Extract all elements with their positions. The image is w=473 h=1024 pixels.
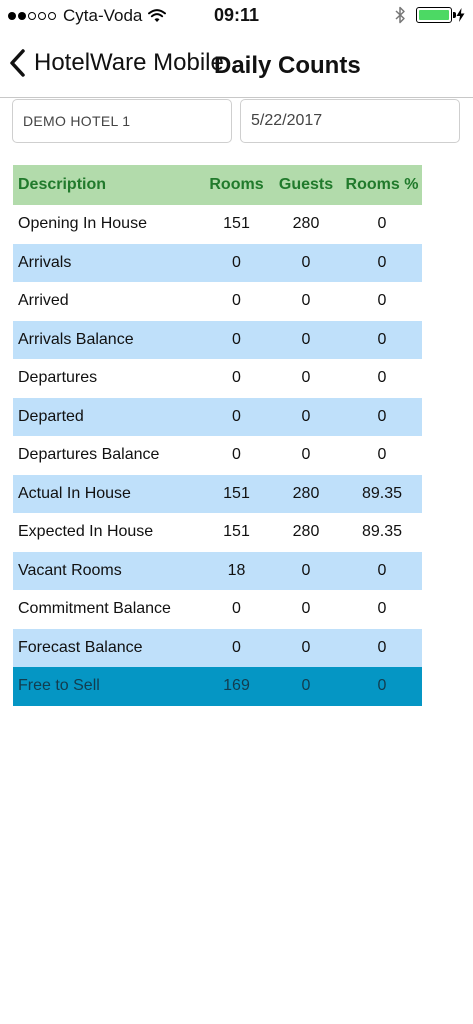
cell-description: Departed: [18, 407, 84, 425]
cell-description: Actual In House: [18, 484, 131, 502]
cell-rooms-percent: 0: [377, 369, 387, 387]
cell-guests: 0: [301, 330, 311, 348]
cell-description: Forecast Balance: [18, 638, 143, 656]
cell-rooms-percent: 0: [377, 407, 387, 425]
page-title: Daily Counts: [214, 52, 361, 79]
hotel-selector[interactable]: DEMO HOTEL 1: [12, 99, 232, 143]
table-row: Departed 0 0 0: [13, 397, 422, 436]
navigation-bar: HotelWare Mobile Daily Counts: [0, 34, 473, 98]
cell-rooms-percent: 0: [377, 330, 387, 348]
cell-rooms-percent: 0: [377, 215, 387, 233]
cell-guests: 0: [301, 677, 311, 695]
cell-description: Vacant Rooms: [18, 561, 122, 579]
cell-rooms: 0: [232, 407, 241, 425]
battery-icon: [416, 7, 456, 23]
cell-rooms-percent: 0: [377, 446, 387, 464]
table-body: Opening In House 151 280 0 Arrivals 0 0 0 Arrive…: [13, 205, 422, 706]
cell-rooms: 151: [223, 215, 250, 233]
bluetooth-icon: [395, 6, 405, 24]
cell-rooms-percent: 0: [377, 638, 387, 656]
cell-description: Departures: [18, 369, 98, 387]
table-row: Opening In House 151 280 0: [13, 205, 422, 244]
table-row: Departures Balance 0 0 0: [13, 436, 422, 475]
column-header-rooms: Rooms: [209, 176, 264, 193]
cell-rooms-percent: 89.35: [361, 484, 403, 502]
back-button[interactable]: HotelWare Mobile: [8, 48, 224, 78]
cell-description: Opening In House: [18, 215, 147, 233]
table-row: Arrivals Balance 0 0 0: [13, 320, 422, 359]
cell-guests: 0: [301, 446, 311, 464]
cell-description: Free to Sell: [18, 677, 100, 695]
date-picker-value: 5/22/2017: [251, 112, 323, 129]
cell-rooms: 0: [232, 638, 241, 656]
cell-rooms: 151: [223, 523, 250, 541]
cell-guests: 0: [301, 253, 311, 271]
table-row: Commitment Balance 0 0 0: [13, 590, 422, 629]
cell-description: Departures Balance: [18, 446, 160, 464]
table-header-row: Description Rooms Guests Rooms %: [13, 165, 422, 205]
cell-rooms: 0: [232, 369, 241, 387]
cell-description: Arrivals Balance: [18, 330, 134, 348]
cell-rooms: 18: [227, 561, 246, 579]
battery-level: [419, 10, 449, 20]
cell-guests: 0: [301, 600, 311, 618]
charging-bolt-icon: [456, 8, 465, 22]
status-bar: Cyta-Voda 09:11: [0, 0, 473, 34]
cell-rooms-percent: 0: [377, 561, 387, 579]
cell-guests: 280: [292, 215, 320, 233]
daily-counts-screen: Cyta-Voda 09:11 HotelWare Mobile Daily C…: [0, 0, 473, 1024]
cell-rooms-percent: 0: [377, 600, 387, 618]
column-header-rooms-percent: Rooms %: [345, 176, 419, 193]
table-row: Departures 0 0 0: [13, 359, 422, 398]
column-header-description: Description: [18, 176, 107, 193]
table-row: Expected In House 151 280 89.35: [13, 513, 422, 552]
cell-description: Arrived: [18, 292, 69, 310]
cell-rooms: 0: [232, 446, 241, 464]
cell-guests: 0: [301, 638, 311, 656]
table-row: Actual In House 151 280 89.35: [13, 474, 422, 513]
cell-rooms: 0: [232, 292, 241, 310]
column-header-guests: Guests: [278, 176, 334, 193]
cell-description: Commitment Balance: [18, 600, 171, 618]
status-right: [394, 6, 465, 24]
cell-rooms: 169: [223, 677, 250, 695]
daily-counts-table: Description Rooms Guests Rooms % Opening…: [13, 165, 422, 706]
table-row: Arrivals 0 0 0: [13, 243, 422, 282]
cell-rooms-percent: 0: [377, 292, 387, 310]
cell-rooms: 151: [223, 484, 250, 502]
cell-description: Arrivals: [18, 253, 72, 271]
cell-rooms-percent: 89.35: [361, 523, 403, 541]
hotel-selector-value: DEMO HOTEL 1: [23, 113, 131, 129]
table-row: Forecast Balance 0 0 0: [13, 628, 422, 667]
cell-guests: 280: [292, 523, 320, 541]
cell-guests: 0: [301, 292, 311, 310]
table-row: Vacant Rooms 18 0 0: [13, 551, 422, 590]
table-row: Free to Sell 169 0 0: [13, 667, 422, 706]
date-picker[interactable]: 5/22/2017: [240, 99, 460, 143]
cell-guests: 280: [292, 484, 320, 502]
back-button-label: HotelWare Mobile: [34, 49, 224, 76]
cell-rooms: 0: [232, 253, 241, 271]
chevron-left-icon: [10, 49, 25, 77]
cell-guests: 0: [301, 561, 311, 579]
cell-description: Expected In House: [18, 523, 154, 541]
cell-guests: 0: [301, 369, 311, 387]
cell-rooms-percent: 0: [377, 253, 387, 271]
table-row: Arrived 0 0 0: [13, 282, 422, 321]
cell-guests: 0: [301, 407, 311, 425]
cell-rooms-percent: 0: [377, 677, 387, 695]
cell-rooms: 0: [232, 330, 241, 348]
cell-rooms: 0: [232, 600, 241, 618]
